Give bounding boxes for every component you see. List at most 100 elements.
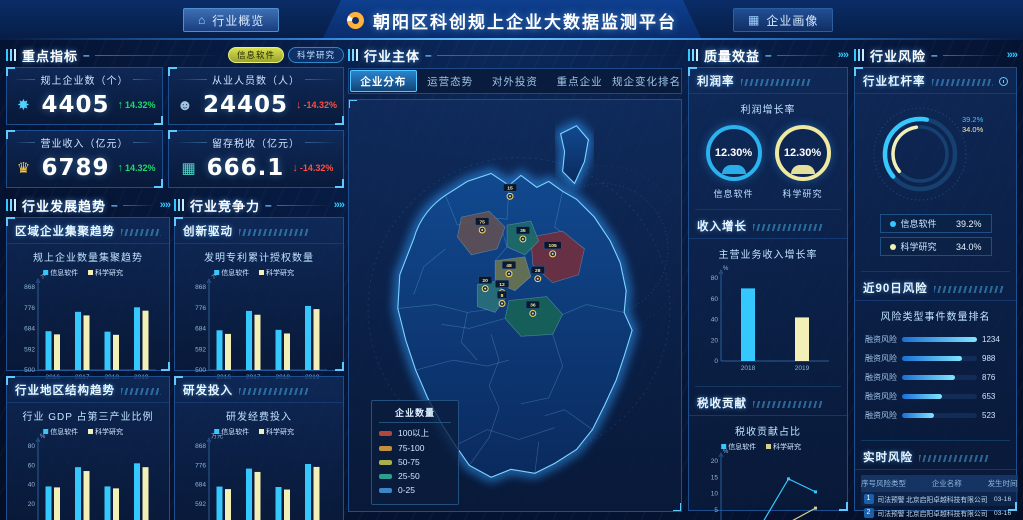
bar-track xyxy=(902,337,977,342)
enterprise-icon: ✸ xyxy=(13,96,33,114)
district-map-card: 15753510548282012836 企业数量 100以上75-10050-… xyxy=(348,99,682,512)
leverage-legend-row: 信息软件39.2% xyxy=(880,214,992,233)
gauge-value: 12.30% xyxy=(784,147,821,159)
row-no-badge: 2 xyxy=(864,508,874,518)
title-band: 朝阳区科创规上企业大数据监测平台 xyxy=(322,0,702,40)
chart-title: 发明专利累计授权数量 xyxy=(175,244,343,265)
tab-运营态势[interactable]: 运营态势 xyxy=(418,69,483,93)
rd-expense-bar-chart: 信息软件科学研究500592684776868万元201620172018201… xyxy=(183,424,335,520)
svg-text:信息软件: 信息软件 xyxy=(221,427,249,436)
more-arrows-icon[interactable]: »» xyxy=(160,199,170,211)
legend-dot xyxy=(890,244,896,250)
risk-count: 1234 xyxy=(982,335,1006,344)
chart-title: 主营业务收入增长率 xyxy=(695,241,841,262)
industry-subject-panel: 行业主体 – 企业分布运营态势对外投资重点企业规企变化排名 xyxy=(348,46,682,514)
risk-count: 988 xyxy=(982,354,1006,363)
svg-text:500: 500 xyxy=(195,367,206,374)
stat-label: 从业人员数（人） xyxy=(212,72,300,87)
risk-count: 653 xyxy=(982,392,1006,401)
legend-name: 科学研究 xyxy=(901,240,937,253)
tab-企业分布[interactable]: 企业分布 xyxy=(350,70,417,92)
hatch-decoration xyxy=(919,455,989,462)
legend-swatch xyxy=(379,431,392,436)
table-row[interactable]: 2司法预警北京启阳卓越科技有限公司03-16 xyxy=(861,506,1018,520)
hatch-decoration xyxy=(932,79,994,86)
svg-text:592: 592 xyxy=(195,501,206,508)
industry-badge[interactable]: 信息软件 xyxy=(228,47,284,63)
svg-text:60: 60 xyxy=(711,296,719,303)
realtime-risk-section: 序号风险类型企业名称发生时间 1司法预警北京启阳卓越科技有限公司03-162司法… xyxy=(855,470,1016,520)
tab-对外投资[interactable]: 对外投资 xyxy=(483,69,548,93)
svg-text:684: 684 xyxy=(24,326,35,333)
svg-text:12: 12 xyxy=(499,282,505,288)
rd-investment-subtitle: 研发投入 xyxy=(183,382,233,398)
risk-type-cell: 司法预警 xyxy=(876,506,906,520)
svg-text:信息软件: 信息软件 xyxy=(728,442,756,451)
stat-value: 6789 xyxy=(41,155,109,181)
svg-text:信息软件: 信息软件 xyxy=(221,268,249,277)
hatch-decoration xyxy=(741,79,811,86)
leverage-arc-gauge: 39.2%34.0% xyxy=(862,96,1010,208)
map-legend-row: 0-25 xyxy=(379,485,451,495)
stat-value: 24405 xyxy=(203,92,288,118)
stat-delta: ↓ -14.32% xyxy=(292,162,333,174)
equalizer-icon xyxy=(688,49,699,61)
row-no: 2 xyxy=(861,506,876,520)
industry-badge[interactable]: 科学研究 xyxy=(288,47,344,63)
stat-card: 规上企业数（个） ✸ 4405 ↑ 14.32% xyxy=(6,67,163,125)
risk-rank-row[interactable]: 融资风险1234 xyxy=(865,334,1006,345)
quality-benefit-panel: 质量效益 – »» 利润率 利润增长率 12.30%信息软件12.30%科学研究… xyxy=(688,46,848,514)
leverage-subtitle: 行业杠杆率 xyxy=(863,73,926,89)
tab-重点企业[interactable]: 重点企业 xyxy=(547,69,612,93)
svg-text:个: 个 xyxy=(211,274,217,281)
profit-rate-subtitle: 利润率 xyxy=(697,73,735,89)
recent-risk-section: 风险类型事件数量排名 融资风险1234融资风险988融资风险876融资风险653… xyxy=(855,301,1016,437)
svg-text:15: 15 xyxy=(507,186,513,192)
svg-text:40: 40 xyxy=(28,482,36,489)
tab-规企变化排名[interactable]: 规企变化排名 xyxy=(612,69,681,93)
key-indicators-panel: 重点指标 – 信息软件科学研究 规上企业数（个） ✸ 4405 ↑ 14.32%… xyxy=(6,46,344,192)
key-indicators-header: 重点指标 – 信息软件科学研究 xyxy=(6,46,344,64)
income-growth-subtitle: 收入增长 xyxy=(697,218,747,234)
nav-enterprise-profile[interactable]: ▦ 企业画像 xyxy=(733,8,833,32)
bar-track xyxy=(902,375,977,380)
svg-text:776: 776 xyxy=(195,462,206,469)
hatch-decoration xyxy=(934,286,1004,293)
svg-text:48: 48 xyxy=(506,263,512,269)
stat-card-grid: 规上企业数（个） ✸ 4405 ↑ 14.32% 从业人员数（人） ☻ 2440… xyxy=(6,67,344,188)
info-icon[interactable] xyxy=(999,77,1008,86)
svg-text:34.0%: 34.0% xyxy=(962,125,984,134)
risk-rank-row[interactable]: 融资风险876 xyxy=(865,372,1006,383)
svg-text:0: 0 xyxy=(714,358,718,365)
equalizer-icon xyxy=(6,199,17,211)
table-row[interactable]: 1司法预警北京启阳卓越科技有限公司03-16 xyxy=(861,492,1018,506)
svg-text:%: % xyxy=(723,449,729,455)
equalizer-icon xyxy=(854,49,865,61)
stat-delta: ↑ 14.32% xyxy=(117,99,155,111)
table-header-cell: 风险类型 xyxy=(876,475,906,492)
svg-text:科学研究: 科学研究 xyxy=(95,427,123,436)
more-arrows-icon[interactable]: »» xyxy=(334,199,344,211)
income-section: 主营业务收入增长率 020406080%20182019 xyxy=(689,239,847,383)
nav-industry-overview[interactable]: ⌂ 行业概览 xyxy=(183,8,279,32)
more-arrows-icon[interactable]: »» xyxy=(1007,49,1017,61)
bar-fill xyxy=(902,375,955,380)
trend-arrow-icon: ↑ xyxy=(117,162,123,174)
risk-rank-row[interactable]: 融资风险988 xyxy=(865,353,1006,364)
risk-count: 876 xyxy=(982,373,1006,382)
industry-trend-header: 行业发展趋势 – »» xyxy=(6,196,170,214)
stat-card: 留存税收（亿元） ▦ 666.1 ↓ -14.32% xyxy=(168,130,344,188)
gdp-ratio-bar-chart: 信息软件科学研究020406080%2016201720182019 xyxy=(12,424,164,520)
industry-risk-header: 行业风险 – »» xyxy=(854,46,1017,64)
table-header-cell: 企业名称 xyxy=(906,475,988,492)
nav-industry-overview-label: 行业概览 xyxy=(212,12,264,29)
more-arrows-icon[interactable]: »» xyxy=(838,49,848,61)
legend-dot xyxy=(890,221,896,227)
svg-text:75: 75 xyxy=(479,219,485,225)
svg-text:20: 20 xyxy=(711,458,719,465)
risk-rank-row[interactable]: 融资风险523 xyxy=(865,410,1006,421)
risk-rank-row[interactable]: 融资风险653 xyxy=(865,391,1006,402)
map-marker[interactable]: 8 xyxy=(497,291,507,306)
table-header-cell: 发生时间 xyxy=(988,475,1018,492)
innovation-subtitle: 创新驱动 xyxy=(183,223,233,239)
